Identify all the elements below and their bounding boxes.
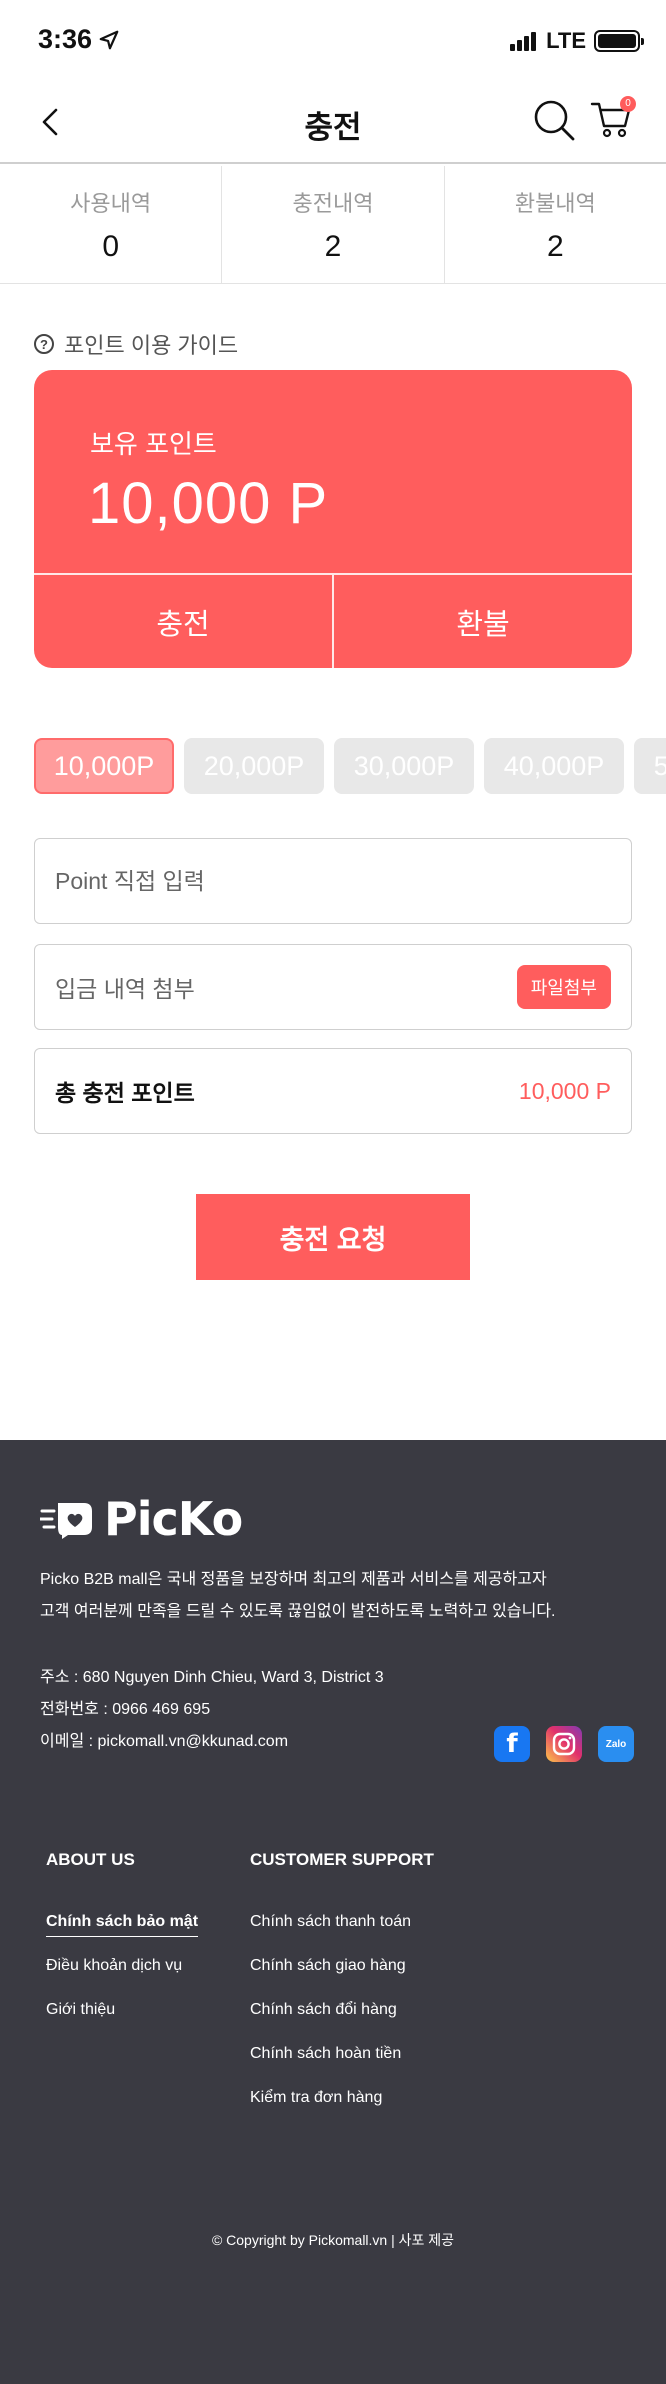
status-indicators: LTE: [510, 28, 644, 54]
summary-count: 0: [102, 230, 119, 263]
footer-email: 이메일 : pickomall.vn@kkunad.com: [40, 1733, 289, 1750]
network-type: LTE: [546, 28, 586, 53]
amount-chip[interactable]: 10,000P: [34, 738, 174, 794]
refund-button[interactable]: 환불: [334, 575, 632, 668]
about-us-links: Chính sách bảo mật Điều khoản dịch vụ Gi…: [46, 1912, 199, 2044]
cart-button[interactable]: 0: [590, 96, 636, 144]
footer-link-payment[interactable]: Chính sách thanh toán: [250, 1912, 411, 1956]
summary-count: 2: [324, 230, 342, 263]
point-balance-label: 보유 포인트: [90, 429, 217, 459]
summary-label: 사용내역: [70, 191, 152, 216]
battery-icon: [594, 30, 644, 52]
search-button[interactable]: [532, 98, 576, 142]
question-icon: ?: [34, 334, 54, 354]
app-header: 충전 0: [0, 82, 666, 164]
customer-support-title: CUSTOMER SUPPORT: [250, 1850, 434, 1869]
summary-charge[interactable]: 충전내역 2: [222, 166, 445, 283]
picko-logo-icon: [40, 1503, 92, 1539]
footer-link-about[interactable]: Giới thiệu: [46, 2000, 198, 2044]
search-icon: [534, 100, 575, 141]
social-links: f Zalo: [494, 1726, 634, 1762]
footer-phone: 전화번호 : 0966 469 695: [40, 1701, 211, 1718]
footer-link-order-check[interactable]: Kiểm tra đơn hàng: [250, 2088, 411, 2132]
file-attach-button[interactable]: 파일첨부: [516, 965, 611, 1009]
status-bar: 3:36 LTE: [0, 0, 666, 82]
footer-link-refund[interactable]: Chính sách hoàn tiền: [250, 2044, 411, 2088]
footer-link-exchange[interactable]: Chính sách đổi hàng: [250, 2000, 411, 2044]
about-us-title: ABOUT US: [46, 1850, 135, 1869]
point-guide-link[interactable]: ? 포인트 이용 가이드: [34, 328, 238, 360]
summary-usage[interactable]: 사용내역 0: [0, 166, 223, 283]
zalo-icon[interactable]: Zalo: [598, 1726, 634, 1762]
total-point-label: 총 충전 포인트: [55, 1080, 195, 1106]
amount-chip[interactable]: 50,000P: [634, 738, 666, 794]
signal-icon: [510, 32, 537, 51]
footer-link-privacy[interactable]: Chính sách bảo mật: [46, 1912, 199, 1956]
amount-chip[interactable]: 30,000P: [334, 738, 474, 794]
point-balance-card: 보유 포인트 10,000 P 충전 환불: [34, 370, 632, 668]
point-input-field[interactable]: [34, 838, 632, 924]
footer-description: Picko B2B mall은 국내 정품을 보장하며 최고의 제품과 서비스를…: [40, 1564, 640, 1628]
point-balance-value: 10,000 P: [88, 471, 329, 536]
site-footer: PicKo Picko B2B mall은 국내 정품을 보장하며 최고의 제품…: [0, 1440, 666, 2384]
footer-brand: PicKo: [104, 1492, 243, 1546]
footer-logo[interactable]: PicKo: [40, 1492, 243, 1546]
charge-button[interactable]: 충전: [34, 575, 334, 668]
summary-count: 2: [546, 230, 564, 263]
total-point-row: 총 충전 포인트 10,000 P: [34, 1048, 632, 1134]
facebook-icon[interactable]: f: [494, 1726, 530, 1762]
summary-label: 충전내역: [292, 191, 374, 216]
footer-link-shipping[interactable]: Chính sách giao hàng: [250, 1956, 411, 2000]
footer-address: 주소 : 680 Nguyen Dinh Chieu, Ward 3, Dist…: [40, 1669, 384, 1686]
history-summary: 사용내역 0 충전내역 2 환불내역 2: [0, 166, 666, 284]
instagram-icon[interactable]: [546, 1726, 582, 1762]
location-arrow-icon: [99, 30, 119, 49]
charge-request-button[interactable]: 충전 요청: [196, 1194, 470, 1280]
deposit-attachment-field: 입금 내역 첨부 파일첨부: [34, 944, 632, 1030]
summary-label: 환불내역: [514, 191, 596, 216]
zalo-label: Zalo: [605, 1738, 627, 1750]
status-time-group: 3:36: [38, 24, 120, 55]
customer-support-links: Chính sách thanh toán Chính sách giao hà…: [250, 1912, 411, 2132]
amount-chip[interactable]: 20,000P: [184, 738, 324, 794]
amount-chip-list: 10,000P 20,000P 30,000P 40,000P 50,000P: [34, 738, 666, 794]
guide-label: 포인트 이용 가이드: [64, 333, 239, 358]
summary-refund[interactable]: 환불내역 2: [445, 166, 666, 283]
cart-badge: 0: [620, 96, 636, 112]
deposit-attachment-label: 입금 내역 첨부: [55, 976, 195, 1002]
footer-description-line: Picko B2B mall은 국내 정품을 보장하며 최고의 제품과 서비스를…: [40, 1571, 547, 1588]
status-time: 3:36: [38, 24, 93, 54]
copyright: © Copyright by Pickomall.vn | 사포 제공: [211, 2232, 455, 2248]
footer-description-line: 고객 여러분께 만족을 드릴 수 있도록 끊임없이 발전하도록 노력하고 있습니…: [40, 1603, 556, 1620]
footer-link-terms[interactable]: Điều khoản dịch vụ: [46, 1956, 198, 2000]
card-actions: 충전 환불: [34, 573, 632, 668]
amount-chip[interactable]: 40,000P: [484, 738, 624, 794]
footer-contact: 주소 : 680 Nguyen Dinh Chieu, Ward 3, Dist…: [40, 1662, 384, 1758]
total-point-value: 10,000 P: [518, 1077, 611, 1104]
point-input[interactable]: [55, 867, 611, 895]
